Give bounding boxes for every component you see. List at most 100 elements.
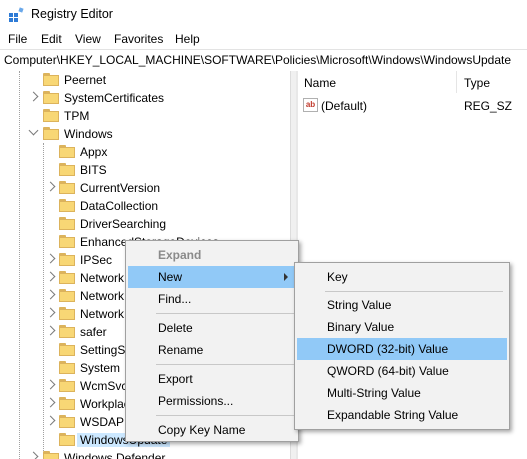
menu-item-new[interactable]: New xyxy=(128,266,296,288)
registry-editor-icon xyxy=(9,7,24,22)
folder-icon xyxy=(59,361,75,374)
submenu-arrow-icon xyxy=(284,273,288,281)
address-bar[interactable]: Computer\HKEY_LOCAL_MACHINE\SOFTWARE\Pol… xyxy=(0,49,527,72)
folder-icon xyxy=(43,91,59,104)
column-divider[interactable] xyxy=(456,71,457,93)
tree-item-label: SystemCertificates xyxy=(64,91,165,105)
menu-item-export[interactable]: Export xyxy=(128,368,296,390)
submenu-item-key[interactable]: Key xyxy=(297,266,507,288)
chevron-right-icon[interactable] xyxy=(45,415,56,426)
folder-icon xyxy=(59,253,75,266)
address-path[interactable]: Computer\HKEY_LOCAL_MACHINE\SOFTWARE\Pol… xyxy=(4,53,511,67)
folder-icon xyxy=(59,415,75,428)
folder-open-icon xyxy=(43,127,59,140)
tree-item-currentversion[interactable]: CurrentVersion xyxy=(0,179,290,197)
folder-icon xyxy=(59,343,75,356)
menu-bar: File Edit View Favorites Help xyxy=(0,29,527,49)
menu-item-delete[interactable]: Delete xyxy=(128,317,296,339)
tree-item-label: WSDAPI xyxy=(80,415,128,429)
folder-icon xyxy=(43,451,59,459)
chevron-right-icon[interactable] xyxy=(45,397,56,408)
chevron-right-icon[interactable] xyxy=(45,307,56,318)
folder-icon xyxy=(59,235,75,248)
chevron-right-icon[interactable] xyxy=(45,379,56,390)
tree-item-appx[interactable]: Appx xyxy=(0,143,290,161)
column-header-type[interactable]: Type xyxy=(464,76,490,90)
submenu-item-binary-value[interactable]: Binary Value xyxy=(297,316,507,338)
submenu-item-dword-value[interactable]: DWORD (32-bit) Value xyxy=(297,338,507,360)
tree-item-windows-defender[interactable]: Windows Defender xyxy=(0,449,290,459)
tree-item-label: Windows xyxy=(64,127,113,141)
folder-icon xyxy=(59,163,75,176)
folder-icon xyxy=(59,271,75,284)
folder-icon xyxy=(59,217,75,230)
tree-item-label: System xyxy=(80,361,121,375)
tree-item-label: CurrentVersion xyxy=(80,181,161,195)
value-row-default[interactable]: ab (Default) REG_SZ xyxy=(303,97,523,115)
chevron-right-icon[interactable] xyxy=(28,451,39,459)
menu-separator xyxy=(156,415,294,416)
tree-item-tpm[interactable]: TPM xyxy=(0,107,290,125)
folder-icon xyxy=(59,325,75,338)
submenu-item-qword-value[interactable]: QWORD (64-bit) Value xyxy=(297,360,507,382)
menu-separator xyxy=(156,313,294,314)
menu-separator xyxy=(325,291,503,292)
value-type: REG_SZ xyxy=(464,99,513,113)
tree-item-label: Network xyxy=(80,271,125,285)
window-title: Registry Editor xyxy=(31,7,113,21)
folder-icon xyxy=(59,181,75,194)
menu-separator xyxy=(156,364,294,365)
menu-view[interactable]: View xyxy=(75,32,101,46)
chevron-right-icon[interactable] xyxy=(45,325,56,336)
menu-item-copy-key-name[interactable]: Copy Key Name xyxy=(128,419,296,441)
chevron-right-icon[interactable] xyxy=(45,181,56,192)
menu-item-permissions[interactable]: Permissions... xyxy=(128,390,296,412)
tree-item-label: DriverSearching xyxy=(80,217,167,231)
menu-item-expand: Expand xyxy=(158,248,202,262)
folder-icon xyxy=(59,145,75,158)
tree-item-label: WcmSvc xyxy=(80,379,128,393)
folder-icon xyxy=(59,397,75,410)
chevron-down-icon[interactable] xyxy=(28,125,39,136)
chevron-right-icon[interactable] xyxy=(45,253,56,264)
folder-icon xyxy=(59,289,75,302)
tree-item-label: IPSec xyxy=(80,253,113,267)
submenu-item-expandable-string-value[interactable]: Expandable String Value xyxy=(297,404,507,426)
string-value-icon: ab xyxy=(303,98,318,112)
context-menu: Expand New Find... Delete Rename Export … xyxy=(125,240,299,442)
title-bar: Registry Editor xyxy=(0,0,527,29)
folder-icon xyxy=(59,307,75,320)
folder-icon xyxy=(59,199,75,212)
tree-item-bits[interactable]: BITS xyxy=(0,161,290,179)
value-name: (Default) xyxy=(321,99,368,113)
tree-item-label: TPM xyxy=(64,109,90,123)
new-submenu: Key String Value Binary Value DWORD (32-… xyxy=(294,262,510,430)
menu-edit[interactable]: Edit xyxy=(41,32,62,46)
menu-item-rename[interactable]: Rename xyxy=(128,339,296,361)
folder-icon xyxy=(59,379,75,392)
tree-item-windows[interactable]: Windows xyxy=(0,125,290,143)
menu-help[interactable]: Help xyxy=(175,32,200,46)
chevron-right-icon[interactable] xyxy=(45,271,56,282)
tree-item-peernet[interactable]: Peernet xyxy=(0,71,290,89)
menu-file[interactable]: File xyxy=(8,32,27,46)
tree-item-systemcertificates[interactable]: SystemCertificates xyxy=(0,89,290,107)
submenu-item-multi-string-value[interactable]: Multi-String Value xyxy=(297,382,507,404)
column-header-name[interactable]: Name xyxy=(304,76,336,90)
menu-item-find[interactable]: Find... xyxy=(128,288,296,310)
tree-item-label: Windows Defender xyxy=(64,451,166,459)
folder-icon xyxy=(43,73,59,86)
chevron-right-icon[interactable] xyxy=(45,289,56,300)
tree-item-label: Network xyxy=(80,307,125,321)
tree-item-label: Appx xyxy=(80,145,108,159)
tree-item-label: BITS xyxy=(80,163,107,177)
folder-icon xyxy=(59,433,75,446)
tree-item-label: Peernet xyxy=(64,73,107,87)
chevron-right-icon[interactable] xyxy=(28,91,39,102)
tree-item-driversearching[interactable]: DriverSearching xyxy=(0,215,290,233)
tree-item-label: DataCollection xyxy=(80,199,159,213)
tree-item-label: safer xyxy=(80,325,107,339)
submenu-item-string-value[interactable]: String Value xyxy=(297,294,507,316)
tree-item-datacollection[interactable]: DataCollection xyxy=(0,197,290,215)
menu-favorites[interactable]: Favorites xyxy=(114,32,163,46)
